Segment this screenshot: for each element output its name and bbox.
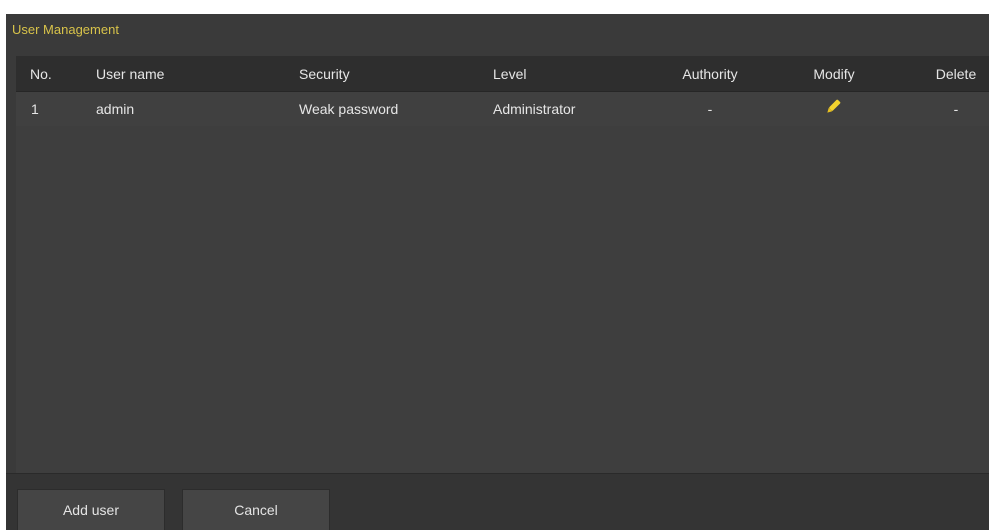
header-security: Security	[299, 66, 350, 82]
cell-level: Administrator	[493, 101, 576, 117]
header-no: No.	[30, 66, 52, 82]
header-delete: Delete	[935, 66, 977, 82]
cell-authority: -	[707, 101, 713, 117]
button-bar: Add user Cancel	[6, 473, 989, 530]
cell-no: 1	[31, 101, 39, 117]
table-row[interactable]: 1 admin Weak password Administrator - -	[16, 92, 989, 126]
cell-security: Weak password	[299, 101, 399, 117]
cell-user-name: admin	[96, 101, 135, 117]
header-modify: Modify	[813, 66, 855, 82]
user-management-panel: User Management No. User name Security L…	[6, 14, 989, 530]
panel-title: User Management	[12, 22, 119, 37]
cell-delete: -	[953, 101, 959, 117]
user-table: No. User name Security Level Authority M…	[16, 56, 989, 476]
add-user-button[interactable]: Add user	[17, 489, 165, 530]
header-user-name: User name	[96, 66, 165, 82]
cancel-button[interactable]: Cancel	[182, 489, 330, 530]
header-authority: Authority	[682, 66, 738, 82]
pencil-icon[interactable]	[824, 98, 842, 116]
cropped-document-strip: ​	[0, 0, 989, 14]
header-level: Level	[493, 66, 527, 82]
table-header: No. User name Security Level Authority M…	[16, 56, 989, 92]
